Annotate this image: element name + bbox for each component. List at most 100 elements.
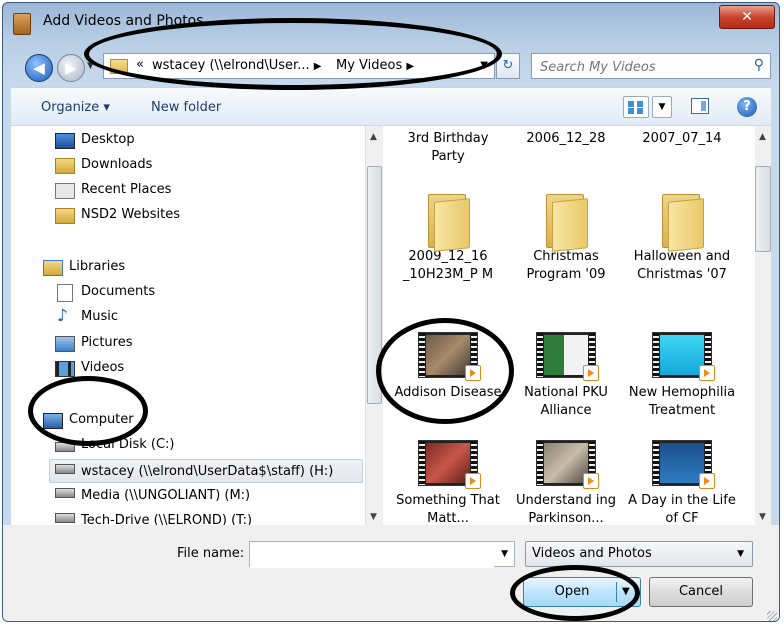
resize-grip[interactable] [767,611,777,621]
sidebar-item-label: Pictures [81,335,133,350]
new-folder-button[interactable]: New folder [151,100,221,115]
file-name-combobox[interactable]: ▼ [249,541,515,568]
video-item[interactable]: A Day in the Life of CF [627,440,737,526]
sidebar-item-tech-drive[interactable]: Tech-Drive (\\ELROND) (T:) [51,509,351,526]
scroll-up-icon[interactable]: ▲ [370,132,377,142]
search-input[interactable] [532,54,742,80]
scroll-down-icon[interactable]: ▼ [370,512,377,522]
video-item-label: National PKU Alliance [524,385,608,418]
sidebar-item-nsd2-websites[interactable]: NSD2 Websites [51,203,351,227]
file-type-dropdown[interactable]: Videos and Photos ▼ [525,541,753,567]
open-options-dropdown[interactable]: ▼ [622,586,630,597]
scroll-down-icon[interactable]: ▼ [759,512,766,522]
sidebar-item-wstacey-drive[interactable]: wstacey (\\elrond\UserData$\staff) (H:) [49,459,363,483]
refresh-button[interactable]: ↻ [496,53,520,79]
scroll-up-icon[interactable]: ▲ [759,132,766,142]
folder-item[interactable]: 2006_12_28 [511,130,621,148]
network-drive-icon [55,488,75,498]
dialog-footer: File name: ▼ Videos and Photos ▼ Open ▼ … [3,525,779,621]
breadcrumb-wstacey[interactable]: wstacey (\\elrond\User... ▶ [152,58,321,73]
pictures-icon [55,336,75,352]
video-item[interactable]: National PKU Alliance [511,332,621,420]
sidebar-item-music[interactable]: ♪ Music [51,305,351,329]
view-options-dropdown[interactable]: ▼ [652,96,672,118]
sidebar-item-videos[interactable]: Videos [51,356,351,380]
chevron-down-icon[interactable]: ▼ [737,549,744,559]
sidebar-item-local-disk[interactable]: Local Disk (C:) [51,433,351,457]
sidebar-item-label: Computer [69,412,134,427]
video-item[interactable]: New Hemophilia Treatment [627,332,737,420]
sidebar-item-label: Media (\\UNGOLIANT) (M:) [81,488,251,503]
video-item[interactable]: Understand ing Parkinson... [511,440,621,526]
video-thumbnail-icon [536,332,599,381]
folder-item[interactable]: Halloween and Christmas '07 [627,194,737,284]
sidebar-item-recent-places[interactable]: Recent Places [51,178,351,202]
sidebar-item-label: Documents [81,284,156,299]
film-icon [13,13,31,35]
sidebar-item-label: Recent Places [81,182,172,197]
folder-item[interactable]: 3rd Birthday Party [393,130,503,166]
dialog-window: Add Videos and Photos ✕ ◀ ▶ ▼ « wstacey … [2,2,780,622]
folder-item-label: 3rd Birthday Party [407,131,489,164]
video-item-label: Understand ing Parkinson... [516,493,616,526]
video-thumbnail-icon [418,332,481,381]
sidebar-item-label: wstacey (\\elrond\UserData$\staff) (H:) [81,464,334,479]
change-view-icon[interactable] [623,96,649,118]
sidebar-scrollbar[interactable]: ▲ ▼ [365,126,383,526]
navigation-pane: Desktop Downloads Recent Places NSD2 Web… [11,126,363,526]
file-grid-scrollbar[interactable]: ▲ ▼ [755,126,771,526]
sidebar-item-label: NSD2 Websites [81,207,180,222]
video-item[interactable]: Addison Disease [393,332,503,402]
preview-pane-icon[interactable] [691,98,709,114]
chevron-down-icon[interactable]: ▼ [501,549,508,559]
folder-item[interactable]: 2007_07_14 [627,130,737,148]
network-drive-icon [55,513,75,523]
folder-item[interactable]: Christmas Program '09 [511,194,621,284]
address-dropdown-icon[interactable]: ▼ [480,60,488,71]
breadcrumb-my-videos[interactable]: My Videos ▶ [336,58,414,73]
close-button[interactable]: ✕ [719,5,775,29]
video-thumbnail-icon [536,440,599,489]
folder-icon [110,59,128,74]
open-split-divider [616,582,617,602]
cancel-button[interactable]: Cancel [649,577,753,607]
computer-icon [43,413,63,429]
breadcrumb-arrow-icon[interactable]: ▶ [406,61,414,72]
file-type-value: Videos and Photos [532,546,652,561]
file-grid-scroll-thumb[interactable] [755,166,771,252]
back-button[interactable]: ◀ [25,54,53,82]
play-icon [583,473,599,489]
play-icon [583,365,599,381]
video-item-label: Something That Matt... [396,493,500,526]
video-item-label: Addison Disease [394,385,502,400]
sidebar-item-documents[interactable]: Documents [51,280,351,304]
folder-item[interactable]: 2009_12_16 _10H23M_P M [393,194,503,284]
search-icon[interactable]: ⚲ [754,57,764,73]
video-thumbnail-icon [418,440,481,489]
open-button-label: Open [554,584,590,599]
forward-button[interactable]: ▶ [57,54,85,82]
play-icon [465,473,481,489]
window-title: Add Videos and Photos [43,13,204,29]
play-icon [699,365,715,381]
sidebar-item-label: Videos [81,360,125,375]
file-name-input[interactable] [250,542,494,568]
sidebar-item-libraries[interactable]: Libraries [39,255,351,279]
recent-places-icon [55,183,75,199]
address-overflow-chevron[interactable]: « [136,57,144,72]
sidebar-item-media-drive[interactable]: Media (\\UNGOLIANT) (M:) [51,484,351,508]
sidebar-item-computer[interactable]: Computer [39,408,351,432]
open-button[interactable]: Open ▼ [523,577,641,607]
sidebar-item-downloads[interactable]: Downloads [51,153,351,177]
address-bar[interactable]: « wstacey (\\elrond\User... ▶ My Videos … [103,53,495,79]
organize-menu[interactable]: Organize ▾ [41,100,110,115]
sidebar-item-pictures[interactable]: Pictures [51,331,351,355]
sidebar-scroll-thumb[interactable] [367,166,382,404]
sidebar-item-desktop[interactable]: Desktop [51,128,351,152]
help-icon[interactable]: ? [737,97,757,117]
search-box[interactable]: ⚲ [531,53,771,80]
video-item[interactable]: Something That Matt... [393,440,503,526]
disk-icon [55,442,75,452]
breadcrumb-arrow-icon[interactable]: ▶ [314,61,322,72]
recent-locations-dropdown[interactable]: ▼ [87,61,94,71]
